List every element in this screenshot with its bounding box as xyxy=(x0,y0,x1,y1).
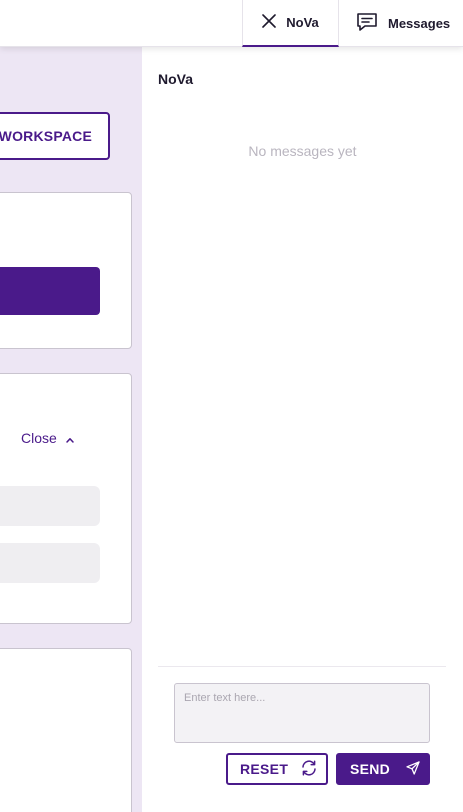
chat-title: NoVa xyxy=(158,71,194,87)
chat-icon xyxy=(356,12,378,35)
workspace-card xyxy=(0,192,132,349)
reset-button-label: RESET xyxy=(240,761,289,777)
workspace-card xyxy=(0,648,132,812)
chevron-up-icon xyxy=(66,430,74,446)
primary-action-button[interactable] xyxy=(0,267,100,315)
message-input[interactable] xyxy=(174,683,430,743)
workspace-button[interactable]: WORKSPACE xyxy=(0,112,110,160)
input-field[interactable] xyxy=(0,543,100,583)
close-toggle-label: Close xyxy=(21,430,57,446)
close-toggle-button[interactable]: Close xyxy=(21,430,74,446)
input-field[interactable] xyxy=(0,486,100,526)
workspace-area: WORKSPACE Close xyxy=(0,47,142,812)
chat-panel: NoVa No messages yet RESET SEND xyxy=(142,47,463,812)
close-icon[interactable] xyxy=(262,14,277,31)
empty-state-text: No messages yet xyxy=(248,143,357,159)
divider xyxy=(158,666,446,667)
refresh-icon xyxy=(300,759,318,779)
reset-button[interactable]: RESET xyxy=(226,753,328,785)
tab-messages[interactable]: Messages xyxy=(339,0,463,47)
tab-messages-label: Messages xyxy=(388,16,451,31)
tab-nova[interactable]: NoVa xyxy=(242,0,339,47)
send-icon xyxy=(406,760,420,778)
tab-nova-label: NoVa xyxy=(286,15,319,30)
send-button-label: SEND xyxy=(350,761,391,777)
top-bar: NoVa Messages xyxy=(0,0,463,47)
workspace-card: Close xyxy=(0,373,132,624)
send-button[interactable]: SEND xyxy=(336,753,430,785)
